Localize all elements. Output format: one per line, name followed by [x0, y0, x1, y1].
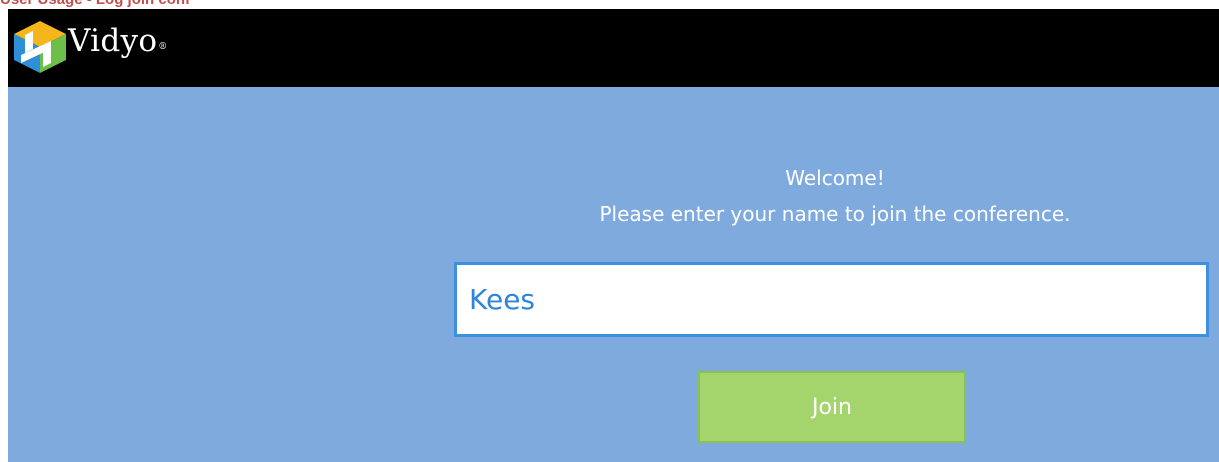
join-button[interactable]: Join	[698, 371, 966, 443]
display-name-input[interactable]	[454, 262, 1209, 337]
join-panel: Welcome! Please enter your name to join …	[8, 87, 1219, 462]
vidyo-cube-icon	[14, 21, 66, 73]
vidyo-logo-text: Vidyo®	[68, 21, 168, 61]
trademark-symbol: ®	[158, 42, 168, 52]
app-window: Vidyo® Welcome! Please enter your name t…	[8, 9, 1219, 462]
document-caption: User Usage - Log join conf	[0, 0, 190, 9]
logo-wordmark: Vidyo	[68, 23, 158, 59]
top-bar: Vidyo®	[8, 9, 1219, 87]
welcome-instructions: Please enter your name to join the confe…	[599, 202, 1071, 226]
welcome-title: Welcome!	[785, 166, 885, 190]
